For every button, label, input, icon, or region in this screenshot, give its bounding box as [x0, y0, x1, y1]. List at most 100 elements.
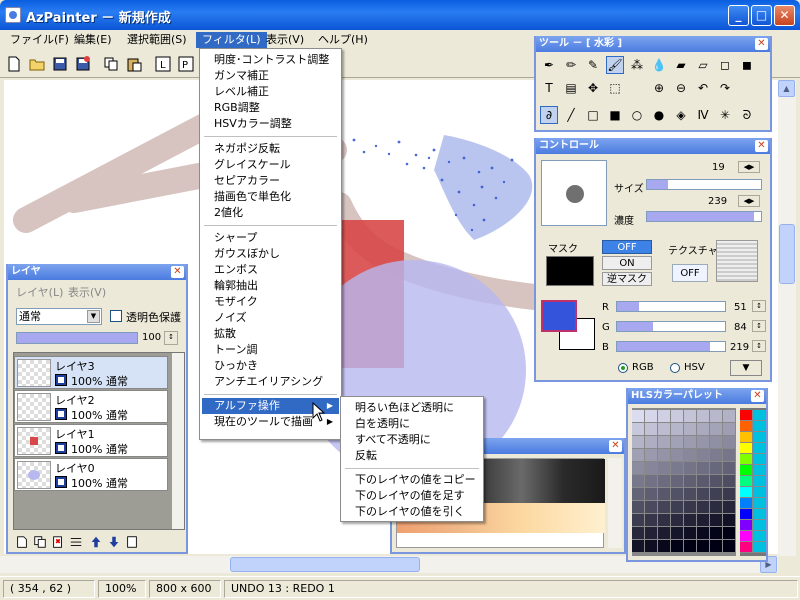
- mask-on-button[interactable]: ON: [602, 256, 652, 270]
- layer-visible-icon[interactable]: [55, 408, 67, 420]
- hls-cell[interactable]: [684, 436, 697, 449]
- hue-cell[interactable]: [740, 531, 753, 542]
- opacity-spinner[interactable]: ↕: [164, 331, 178, 345]
- palette-window-icon[interactable]: P: [178, 56, 194, 72]
- hls-cell[interactable]: [684, 527, 697, 540]
- palette-scrollbar[interactable]: [608, 458, 622, 548]
- layer-up-icon[interactable]: [88, 534, 104, 550]
- r-spinner[interactable]: ↕: [752, 300, 766, 312]
- hls-cell[interactable]: [723, 475, 736, 488]
- hls-cell[interactable]: [697, 475, 710, 488]
- hue-cell[interactable]: [740, 421, 753, 432]
- layer-visible-icon[interactable]: [55, 374, 67, 386]
- hls-cell[interactable]: [671, 540, 684, 553]
- hls-cell[interactable]: [710, 475, 723, 488]
- layer-item-2[interactable]: レイヤ2 100% 通常: [14, 390, 168, 423]
- hls-cell[interactable]: [723, 449, 736, 462]
- hls-cell[interactable]: [658, 540, 671, 553]
- hue-cell[interactable]: [753, 520, 766, 531]
- hue-cell[interactable]: [740, 410, 753, 421]
- hls-cell[interactable]: [697, 410, 710, 423]
- hls-cell[interactable]: [632, 449, 645, 462]
- hls-cell[interactable]: [632, 540, 645, 553]
- select-icon[interactable]: ⬚: [606, 79, 624, 97]
- density-spinner[interactable]: ◀▶: [738, 195, 760, 207]
- menu-item-subtract-below[interactable]: 下のレイヤの値を引く: [343, 504, 465, 520]
- curve-icon[interactable]: ᘐ: [738, 106, 756, 124]
- new-layer-icon[interactable]: [14, 534, 30, 550]
- hls-cell[interactable]: [671, 410, 684, 423]
- hue-cell[interactable]: [753, 421, 766, 432]
- hls-cell[interactable]: [632, 527, 645, 540]
- undo-icon[interactable]: ↶: [694, 79, 712, 97]
- menu-edit[interactable]: 編集(E): [68, 32, 118, 48]
- hls-cell[interactable]: [710, 410, 723, 423]
- menu-item-bright-transparent[interactable]: 明るい色ほど透明に: [343, 400, 454, 416]
- hue-cell[interactable]: [753, 509, 766, 520]
- hls-cell[interactable]: [632, 410, 645, 423]
- blur-icon[interactable]: 💧: [650, 56, 668, 74]
- hue-cell[interactable]: [740, 509, 753, 520]
- hls-cell[interactable]: [645, 488, 658, 501]
- texture-preview[interactable]: [716, 240, 758, 282]
- hls-color-grid[interactable]: [632, 408, 736, 556]
- menu-item-levels[interactable]: レベル補正: [202, 84, 269, 100]
- hls-cell[interactable]: [658, 527, 671, 540]
- spray-icon[interactable]: ⁂: [628, 56, 646, 74]
- move-icon[interactable]: ✥: [584, 79, 602, 97]
- menu-item-rgb-adjust[interactable]: RGB調整: [202, 100, 260, 116]
- menu-item-add-below[interactable]: 下のレイヤの値を足す: [343, 488, 465, 504]
- menu-item-binarize[interactable]: 2値化: [202, 205, 243, 221]
- texture-button[interactable]: OFF: [672, 264, 708, 282]
- hue-cell[interactable]: [753, 498, 766, 509]
- menu-item-white-transparent[interactable]: 白を透明に: [343, 416, 410, 432]
- hls-cell[interactable]: [671, 436, 684, 449]
- hls-cell[interactable]: [671, 501, 684, 514]
- hls-cell[interactable]: [671, 449, 684, 462]
- rect-icon[interactable]: □: [584, 106, 602, 124]
- hls-cell[interactable]: [723, 540, 736, 553]
- hue-cell[interactable]: [740, 454, 753, 465]
- hsv-radio[interactable]: [670, 363, 680, 373]
- hls-cell[interactable]: [710, 540, 723, 553]
- close-button[interactable]: ✕: [774, 5, 795, 26]
- hls-cell[interactable]: [684, 514, 697, 527]
- menu-item-scratch[interactable]: ひっかき: [202, 358, 258, 374]
- vertical-scrollbar[interactable]: ▲: [778, 80, 796, 556]
- density-slider[interactable]: [646, 211, 762, 222]
- layer-item-3[interactable]: レイヤ3 100% 通常: [14, 356, 168, 389]
- layer-opacity-slider[interactable]: [16, 332, 138, 344]
- hls-cell[interactable]: [684, 449, 697, 462]
- hls-cell[interactable]: [710, 436, 723, 449]
- hls-cell[interactable]: [723, 514, 736, 527]
- title-bar[interactable]: AzPainter － 新規作成 _ □ ✕: [0, 0, 800, 30]
- hls-cell[interactable]: [697, 540, 710, 553]
- hls-cell[interactable]: [710, 527, 723, 540]
- color-mode-dropdown[interactable]: ▼: [730, 360, 762, 376]
- hue-cell[interactable]: [740, 498, 753, 509]
- hls-cell[interactable]: [645, 462, 658, 475]
- menu-item-negative[interactable]: ネガポジ反転: [202, 141, 280, 157]
- save-icon[interactable]: [52, 56, 68, 72]
- rgb-radio[interactable]: [618, 363, 628, 373]
- hls-cell[interactable]: [723, 423, 736, 436]
- layer-item-0[interactable]: レイヤ0 100% 通常: [14, 458, 168, 491]
- hue-cell[interactable]: [753, 432, 766, 443]
- hls-palette-close-button[interactable]: ✕: [751, 390, 764, 402]
- hls-cell[interactable]: [645, 501, 658, 514]
- menu-item-edge-detect[interactable]: 輪郭抽出: [202, 278, 258, 294]
- hls-cell[interactable]: [697, 449, 710, 462]
- polyline-icon[interactable]: Ⅳ: [694, 106, 712, 124]
- hls-cell[interactable]: [697, 423, 710, 436]
- delete-layer-icon[interactable]: [50, 534, 66, 550]
- layer-menu-view[interactable]: 表示(V): [68, 284, 106, 300]
- copy-icon[interactable]: [103, 56, 119, 72]
- watercolor-icon[interactable]: 🖌: [606, 56, 624, 74]
- hls-cell[interactable]: [632, 488, 645, 501]
- hls-cell[interactable]: [632, 462, 645, 475]
- hls-cell[interactable]: [645, 410, 658, 423]
- hls-cell[interactable]: [684, 410, 697, 423]
- tool-panel-close-button[interactable]: ✕: [755, 38, 768, 50]
- layer-list-scrollbar[interactable]: [172, 353, 184, 529]
- hls-cell[interactable]: [697, 436, 710, 449]
